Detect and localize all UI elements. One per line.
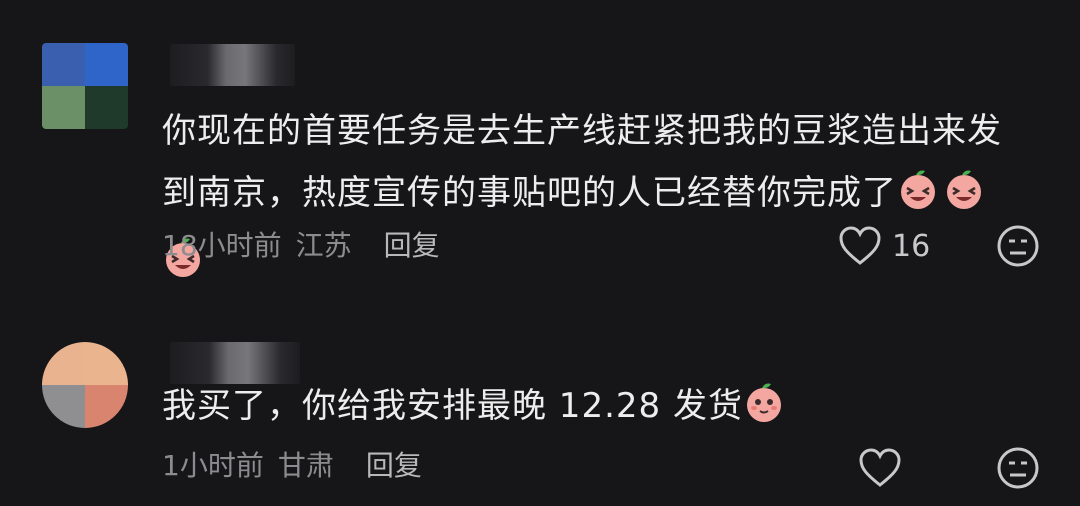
comment-item: 你现在的首要任务是去生产线赶紧把我的豆浆造出来发到南京，热度宣传的事贴吧的人已经… <box>0 0 1080 300</box>
timestamp: 18小时前 <box>162 229 282 262</box>
heart-icon <box>859 448 901 487</box>
like-button[interactable] <box>858 446 912 490</box>
reply-button[interactable]: 回复 <box>384 226 440 266</box>
laughing-peach-emoji <box>943 168 985 230</box>
timestamp: 1小时前 <box>162 449 264 482</box>
meh-face-icon <box>997 447 1039 489</box>
comment-text: 你现在的首要任务是去生产线赶紧把我的豆浆造出来发到南京，热度宣传的事贴吧的人已经… <box>162 100 1030 298</box>
location: 甘肃 <box>277 449 334 482</box>
location: 江苏 <box>295 229 352 262</box>
laughing-peach-emoji <box>897 168 939 230</box>
comment-body: 我买了，你给我安排最晚 12.28 发货 <box>162 386 743 426</box>
shy-peach-emoji <box>743 381 785 443</box>
meh-face-icon <box>997 225 1039 267</box>
heart-icon <box>839 226 881 265</box>
like-count: 16 <box>892 228 931 264</box>
comment-text: 我买了，你给我安排最晚 12.28 发货 <box>162 375 1030 443</box>
reply-button[interactable]: 回复 <box>366 446 422 486</box>
dislike-button[interactable] <box>996 224 1040 268</box>
like-button[interactable]: 16 <box>838 224 930 268</box>
comment-body: 你现在的首要任务是去生产线赶紧把我的豆浆造出来发到南京，热度宣传的事贴吧的人已经… <box>162 111 1002 213</box>
comment-item: 我买了，你给我安排最晚 12.28 发货 1小时前 甘肃 回复 <box>0 330 1080 506</box>
dislike-button[interactable] <box>996 446 1040 490</box>
avatar[interactable] <box>42 342 128 428</box>
comment-meta: 1小时前 甘肃 回复 <box>162 446 422 486</box>
comment-meta: 18小时前 江苏 回复 <box>162 226 440 266</box>
avatar[interactable] <box>42 43 128 129</box>
username-blurred[interactable] <box>170 44 295 86</box>
